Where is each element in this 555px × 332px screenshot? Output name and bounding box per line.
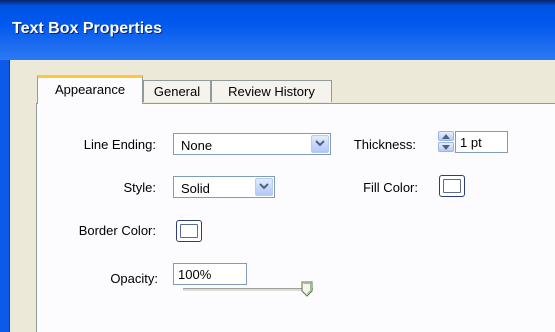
line-ending-select[interactable]: None — [173, 133, 331, 155]
style-value: Solid — [181, 181, 210, 196]
opacity-label: Opacity: — [110, 271, 158, 286]
fill-color-picker[interactable] — [439, 175, 465, 197]
arrow-up-icon — [442, 134, 450, 139]
border-color-picker[interactable] — [176, 220, 202, 242]
border-color-swatch — [180, 224, 198, 238]
title-bar[interactable]: Text Box Properties — [0, 0, 555, 60]
thickness-spinner[interactable] — [438, 131, 454, 153]
spin-up-button[interactable] — [438, 131, 454, 141]
style-dropdown-button[interactable] — [255, 178, 273, 196]
spin-down-button[interactable] — [438, 142, 454, 152]
tab-appearance-label: Appearance — [54, 82, 126, 97]
tab-review-history-label: Review History — [228, 84, 315, 99]
tab-appearance[interactable]: Appearance — [37, 75, 143, 104]
fill-color-label: Fill Color: — [363, 180, 418, 195]
arrow-down-icon — [442, 145, 450, 150]
tab-general-label: General — [153, 84, 201, 99]
window-title: Text Box Properties — [12, 20, 162, 37]
border-color-label: Border Color: — [78, 223, 156, 238]
thickness-input[interactable]: 1 pt — [455, 131, 508, 153]
line-ending-label: Line Ending: — [83, 137, 156, 152]
window-frame-left — [0, 60, 10, 332]
slider-thumb-icon — [301, 281, 313, 297]
line-ending-dropdown-button[interactable] — [311, 135, 329, 153]
style-label: Style: — [123, 180, 156, 195]
fill-color-swatch — [443, 179, 461, 193]
opacity-slider-track[interactable] — [183, 288, 313, 292]
tab-general[interactable]: General — [143, 80, 211, 102]
text-box-properties-dialog: Text Box Properties Appearance General R… — [0, 0, 555, 332]
thickness-label: Thickness: — [353, 137, 416, 152]
style-select[interactable]: Solid — [173, 176, 275, 198]
tab-review-history[interactable]: Review History — [211, 80, 332, 102]
line-ending-value: None — [181, 138, 213, 153]
opacity-slider-thumb[interactable] — [301, 281, 313, 297]
chevron-down-icon — [315, 140, 325, 147]
chevron-down-icon — [259, 183, 269, 190]
opacity-input[interactable]: 100% — [173, 263, 247, 285]
